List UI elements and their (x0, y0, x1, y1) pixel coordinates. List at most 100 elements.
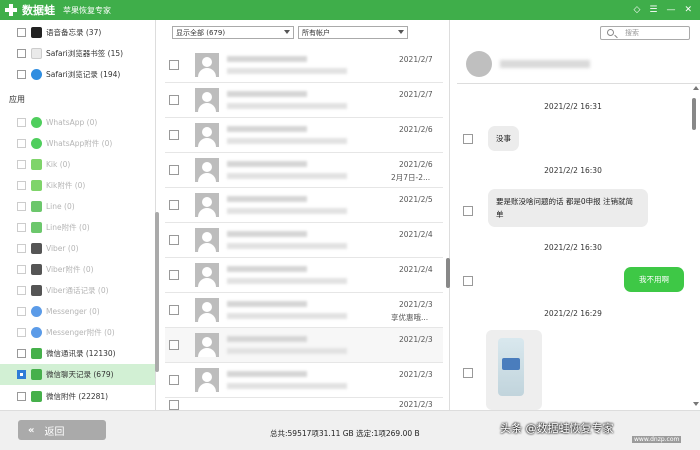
blurred-preview (227, 173, 347, 179)
message-timestamp: 2021/2/2 16:29 (544, 309, 602, 318)
dropdown-value: 显示全部 (679) (176, 28, 226, 37)
sidebar-item-kik-attachments[interactable]: Kik附件 (0) (0, 175, 155, 196)
row-checkbox[interactable] (169, 60, 179, 70)
menu-icon[interactable]: ☰ (649, 5, 657, 15)
list-item[interactable]: 2021/2/3 (165, 398, 443, 410)
checkbox[interactable] (17, 202, 26, 211)
list-item[interactable]: 2021/2/3 享优惠哦... (165, 293, 443, 328)
message-bubble-received: 没事 (488, 126, 519, 151)
row-checkbox[interactable] (169, 270, 179, 280)
sidebar-item-whatsapp[interactable]: WhatsApp (0) (0, 112, 155, 133)
checkbox[interactable] (17, 370, 26, 379)
sidebar-item-viber-attachments[interactable]: Viber附件 (0) (0, 259, 155, 280)
list-item[interactable]: 2021/2/7 (165, 83, 443, 118)
blurred-name (227, 301, 307, 307)
wechat-chat-icon (31, 369, 42, 380)
account-dropdown[interactable]: 所有帐户 (298, 26, 408, 39)
checkbox[interactable] (17, 49, 26, 58)
sidebar-item-label: 语音备忘录 (37) (46, 28, 102, 37)
list-item[interactable]: 2021/2/6 2月7日-2... (165, 153, 443, 188)
blurred-name (227, 371, 307, 377)
list-item[interactable]: 2021/2/3 (165, 328, 443, 363)
list-item[interactable]: 2021/2/4 (165, 223, 443, 258)
sidebar-item-wechat-contacts[interactable]: 微信通讯录 (12130) (0, 343, 155, 364)
avatar (195, 368, 219, 392)
checkbox[interactable] (17, 265, 26, 274)
sidebar-item-voice-memos[interactable]: 语音备忘录 (37) (0, 22, 155, 43)
safari-history-icon (31, 69, 42, 80)
checkbox[interactable] (17, 118, 26, 127)
row-checkbox[interactable] (169, 165, 179, 175)
checkbox[interactable] (17, 392, 26, 401)
avatar (195, 193, 219, 217)
sidebar-item-viber-call-log[interactable]: Viber通话记录 (0) (0, 280, 155, 301)
avatar (195, 158, 219, 182)
sidebar-item-messenger[interactable]: Messenger (0) (0, 301, 155, 322)
row-checkbox[interactable] (169, 95, 179, 105)
row-checkbox[interactable] (169, 340, 179, 350)
row-checkbox[interactable] (169, 200, 179, 210)
row-checkbox[interactable] (169, 375, 179, 385)
sidebar-item-messenger-attachments[interactable]: Messenger附件 (0) (0, 322, 155, 343)
row-preview-snippet: 2月7日-2... (391, 173, 431, 182)
message-timestamp: 2021/2/2 16:31 (544, 102, 602, 111)
row-checkbox[interactable] (169, 305, 179, 315)
scroll-down-icon[interactable] (693, 402, 699, 406)
close-icon[interactable]: ✕ (684, 5, 692, 15)
blurred-name (227, 126, 307, 132)
search-input[interactable]: 搜索 (600, 26, 690, 40)
checkbox[interactable] (17, 181, 26, 190)
message-bubble-sent: 我不用啊 (624, 267, 684, 292)
avatar (195, 123, 219, 147)
safari-bookmark-icon (31, 48, 42, 59)
list-item[interactable]: 2021/2/4 (165, 258, 443, 293)
viber-attachment-icon (31, 264, 42, 275)
blurred-name (227, 196, 307, 202)
sidebar-item-wechat-attachments[interactable]: 微信附件 (22281) (0, 386, 155, 407)
avatar (195, 88, 219, 112)
message-checkbox[interactable] (463, 206, 473, 216)
checkbox[interactable] (17, 70, 26, 79)
list-item[interactable]: 2021/2/6 (165, 118, 443, 153)
list-item[interactable]: 2021/2/7 (165, 48, 443, 83)
sidebar-item-whatsapp-attachments[interactable]: WhatsApp附件 (0) (0, 133, 155, 154)
back-button[interactable]: « 返回 (18, 420, 106, 440)
message-checkbox[interactable] (463, 368, 473, 378)
row-checkbox[interactable] (169, 400, 179, 410)
list-item[interactable]: 2021/2/5 (165, 188, 443, 223)
show-all-dropdown[interactable]: 显示全部 (679) (172, 26, 294, 39)
checkbox[interactable] (17, 328, 26, 337)
row-date: 2021/2/6 (399, 125, 433, 134)
sidebar-item-line[interactable]: Line (0) (0, 196, 155, 217)
sidebar-item-wechat-chats[interactable]: 微信聊天记录 (679) (0, 364, 155, 385)
row-checkbox[interactable] (169, 130, 179, 140)
checkbox[interactable] (17, 349, 26, 358)
sidebar-item-label: Safari浏览记录 (194) (46, 70, 121, 79)
checkbox[interactable] (17, 223, 26, 232)
sidebar-item-kik[interactable]: Kik (0) (0, 154, 155, 175)
row-checkbox[interactable] (169, 235, 179, 245)
sidebar-item-label: Safari浏览器书签 (15) (46, 49, 124, 58)
scroll-up-icon[interactable] (693, 86, 699, 90)
checkbox[interactable] (17, 307, 26, 316)
chat-scrollbar[interactable] (692, 98, 696, 130)
list-item[interactable]: 2021/2/3 (165, 363, 443, 398)
checkbox[interactable] (17, 28, 26, 37)
message-checkbox[interactable] (463, 134, 473, 144)
diamond-icon[interactable]: ◇ (633, 5, 640, 15)
sidebar-item-viber[interactable]: Viber (0) (0, 238, 155, 259)
message-checkbox[interactable] (463, 276, 473, 286)
image-message-thumbnail[interactable] (486, 330, 542, 410)
minimize-icon[interactable]: — (666, 5, 675, 15)
list-scrollbar[interactable] (446, 258, 450, 288)
sidebar-scrollbar[interactable] (155, 212, 159, 372)
sidebar-item-line-attachments[interactable]: Line附件 (0) (0, 217, 155, 238)
checkbox[interactable] (17, 160, 26, 169)
sidebar-item-safari-history[interactable]: Safari浏览记录 (194) (0, 64, 155, 85)
checkbox[interactable] (17, 244, 26, 253)
checkbox[interactable] (17, 139, 26, 148)
sidebar-item-safari-bookmarks[interactable]: Safari浏览器书签 (15) (0, 43, 155, 64)
search-icon (607, 29, 614, 36)
sidebar-item-label: WhatsApp附件 (0) (46, 139, 113, 148)
checkbox[interactable] (17, 286, 26, 295)
